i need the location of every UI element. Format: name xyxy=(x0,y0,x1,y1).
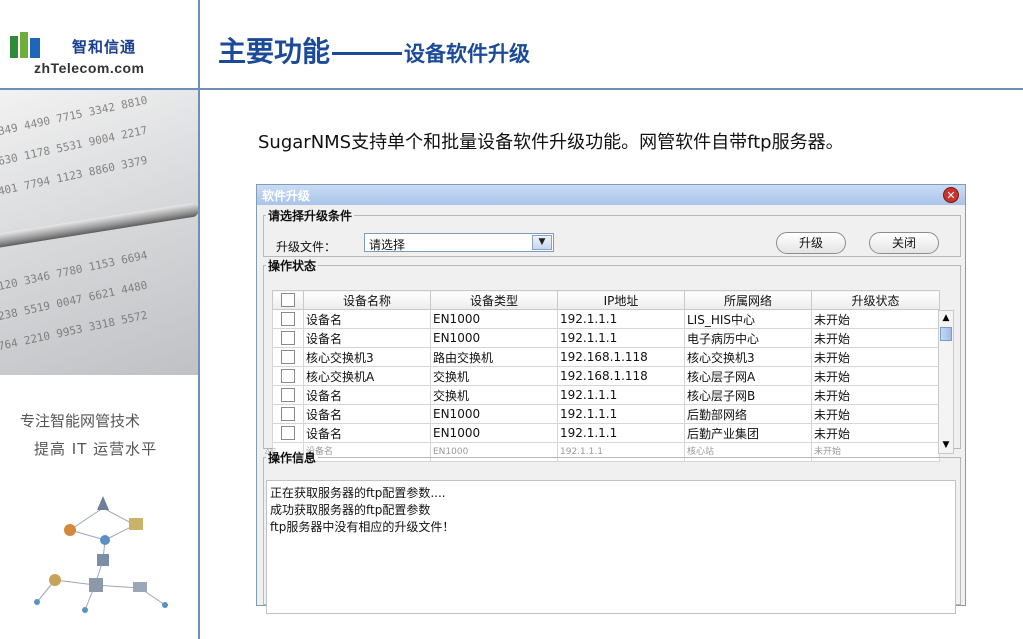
intro-text: SugarNMS支持单个和批量设备软件升级功能。网管软件自带ftp服务器。 xyxy=(258,132,844,153)
chevron-down-icon[interactable]: ▼ xyxy=(532,235,552,250)
row-checkbox[interactable] xyxy=(272,423,304,443)
upgrade-file-value: 请选择 xyxy=(369,238,406,252)
cell-status: 未开始 xyxy=(811,366,940,386)
cell-ip: 192.1.1.1 xyxy=(557,385,685,405)
decorative-photo: 2349 4490 7715 3342 8810 6630 1178 5531 … xyxy=(0,90,198,375)
cell-network: 后勤部网络 xyxy=(684,404,812,424)
cell-status: 未开始 xyxy=(811,328,940,348)
table-row[interactable]: 核心交换机3 路由交换机 192.168.1.118 核心交换机3 未开始 xyxy=(272,347,940,367)
close-icon[interactable]: ✕ xyxy=(943,187,959,203)
table-row[interactable]: 设备名 EN1000 192.1.1.1 后勤部网络 未开始 xyxy=(272,404,940,424)
column-header[interactable]: 设备类型 xyxy=(430,290,558,310)
cell-device-type: EN1000 xyxy=(430,404,558,424)
arrow-up-icon[interactable]: ▲ xyxy=(939,311,953,326)
device-table: 设备名称 设备类型 IP地址 所属网络 升级状态 设备名 EN1000 192.… xyxy=(272,290,940,462)
row-checkbox[interactable] xyxy=(272,366,304,386)
table-row[interactable]: 设备名 EN1000 192.1.1.1 后勤产业集团 未开始 xyxy=(272,423,940,443)
dialog-titlebar[interactable]: 软件升级 ✕ xyxy=(257,185,965,205)
cell-status: 未开始 xyxy=(811,423,940,443)
cell-ip: 192.168.1.118 xyxy=(557,347,685,367)
cell-network: 核心交换机3 xyxy=(684,347,812,367)
cell-device-name: 设备名 xyxy=(303,404,431,424)
cell-ip: 192.1.1.1 xyxy=(557,423,685,443)
column-header[interactable]: IP地址 xyxy=(557,290,685,310)
scrollbar-thumb[interactable] xyxy=(940,327,952,341)
row-checkbox[interactable] xyxy=(272,309,304,329)
select-all-checkbox[interactable] xyxy=(272,290,304,310)
status-group: 操作状态 设备名称 设备类型 IP地址 所属网络 升级状态 设备名 EN1000 xyxy=(263,257,961,462)
cell-ip: 192.1.1.1 xyxy=(557,309,685,329)
brand-domain: zhTelecom.com xyxy=(34,60,145,76)
left-sidebar: 智和信通 zhTelecom.com 2349 4490 7715 3342 8… xyxy=(0,0,200,639)
cell-ip: 192.1.1.1 xyxy=(557,328,685,348)
column-header[interactable]: 所属网络 xyxy=(684,290,812,310)
row-checkbox[interactable] xyxy=(272,404,304,424)
cell-ip: 192.1.1.1 xyxy=(557,404,685,424)
close-button[interactable]: 关闭 xyxy=(869,232,939,254)
table-row[interactable]: 核心交换机A 交换机 192.168.1.118 核心层子网A 未开始 xyxy=(272,366,940,386)
slogan-line-2: 提高 IT 运营水平 xyxy=(34,440,158,458)
cell-device-type: 交换机 xyxy=(430,366,558,386)
cell-network: LIS_HIS中心 xyxy=(684,309,812,329)
table-row[interactable]: 设备名 EN1000 192.1.1.1 LIS_HIS中心 未开始 xyxy=(272,309,940,329)
cell-device-name: 设备名 xyxy=(303,385,431,405)
title-sub: 设备软件升级 xyxy=(404,42,531,66)
log-line: 成功获取服务器的ftp配置参数 xyxy=(270,503,431,517)
table-row[interactable]: 设备名 交换机 192.1.1.1 核心层子网B 未开始 xyxy=(272,385,940,405)
upgrade-button[interactable]: 升级 xyxy=(776,232,846,254)
info-log[interactable]: 正在获取服务器的ftp配置参数.... 成功获取服务器的ftp配置参数 ftp服… xyxy=(266,480,956,614)
cell-device-type: EN1000 xyxy=(430,309,558,329)
cell-device-type: 交换机 xyxy=(430,385,558,405)
row-checkbox[interactable] xyxy=(272,385,304,405)
info-group: 操作信息 正在获取服务器的ftp配置参数.... 成功获取服务器的ftp配置参数… xyxy=(263,449,961,614)
page-title: 主要功能 设备软件升级 xyxy=(218,30,530,70)
pen-icon xyxy=(0,202,198,252)
cell-device-name: 设备名 xyxy=(303,423,431,443)
table-scrollbar[interactable]: ▲ ▼ xyxy=(938,310,954,454)
cell-status: 未开始 xyxy=(811,347,940,367)
dialog-title: 软件升级 xyxy=(262,189,311,203)
cell-status: 未开始 xyxy=(811,404,940,424)
cell-network: 后勤产业集团 xyxy=(684,423,812,443)
column-header[interactable]: 升级状态 xyxy=(811,290,940,310)
cell-status: 未开始 xyxy=(811,385,940,405)
table-row[interactable]: 设备名 EN1000 192.1.1.1 电子病历中心 未开始 xyxy=(272,328,940,348)
software-upgrade-dialog: 软件升级 ✕ 请选择升级条件 升级文件： 请选择 ▼ 升级 关闭 操作状态 设备… xyxy=(256,184,966,614)
table-header-row: 设备名称 设备类型 IP地址 所属网络 升级状态 xyxy=(272,290,940,310)
title-main: 主要功能 xyxy=(218,35,331,68)
condition-legend: 请选择升级条件 xyxy=(268,209,353,223)
cell-device-type: 路由交换机 xyxy=(430,347,558,367)
network-topology-icon xyxy=(34,496,168,613)
cell-device-name: 设备名 xyxy=(303,328,431,348)
condition-group: 请选择升级条件 升级文件： 请选择 ▼ 升级 关闭 xyxy=(263,207,961,257)
logo-mark-icon xyxy=(10,32,40,60)
cell-device-name: 核心交换机A xyxy=(303,366,431,386)
column-header[interactable]: 设备名称 xyxy=(303,290,431,310)
brand-logo: 智和信通 zhTelecom.com xyxy=(10,30,190,78)
row-checkbox[interactable] xyxy=(272,347,304,367)
title-dash xyxy=(332,51,403,55)
status-legend: 操作状态 xyxy=(268,259,317,273)
info-legend: 操作信息 xyxy=(268,451,317,465)
header-divider xyxy=(0,88,1023,90)
brand-name: 智和信通 xyxy=(72,38,137,56)
row-checkbox[interactable] xyxy=(272,328,304,348)
cell-status: 未开始 xyxy=(811,309,940,329)
cell-device-name: 核心交换机3 xyxy=(303,347,431,367)
log-line: ftp服务器中没有相应的升级文件！ xyxy=(270,520,455,534)
cell-network: 核心层子网B xyxy=(684,385,812,405)
cell-network: 核心层子网A xyxy=(684,366,812,386)
cell-device-type: EN1000 xyxy=(430,328,558,348)
file-label: 升级文件： xyxy=(276,240,337,254)
cell-device-type: EN1000 xyxy=(430,423,558,443)
cell-network: 电子病历中心 xyxy=(684,328,812,348)
log-line: 正在获取服务器的ftp配置参数.... xyxy=(270,486,446,500)
slogan-line-1: 专注智能网管技术 xyxy=(20,412,141,430)
upgrade-file-select[interactable]: 请选择 ▼ xyxy=(364,233,554,252)
cell-device-name: 设备名 xyxy=(303,309,431,329)
cell-ip: 192.168.1.118 xyxy=(557,366,685,386)
